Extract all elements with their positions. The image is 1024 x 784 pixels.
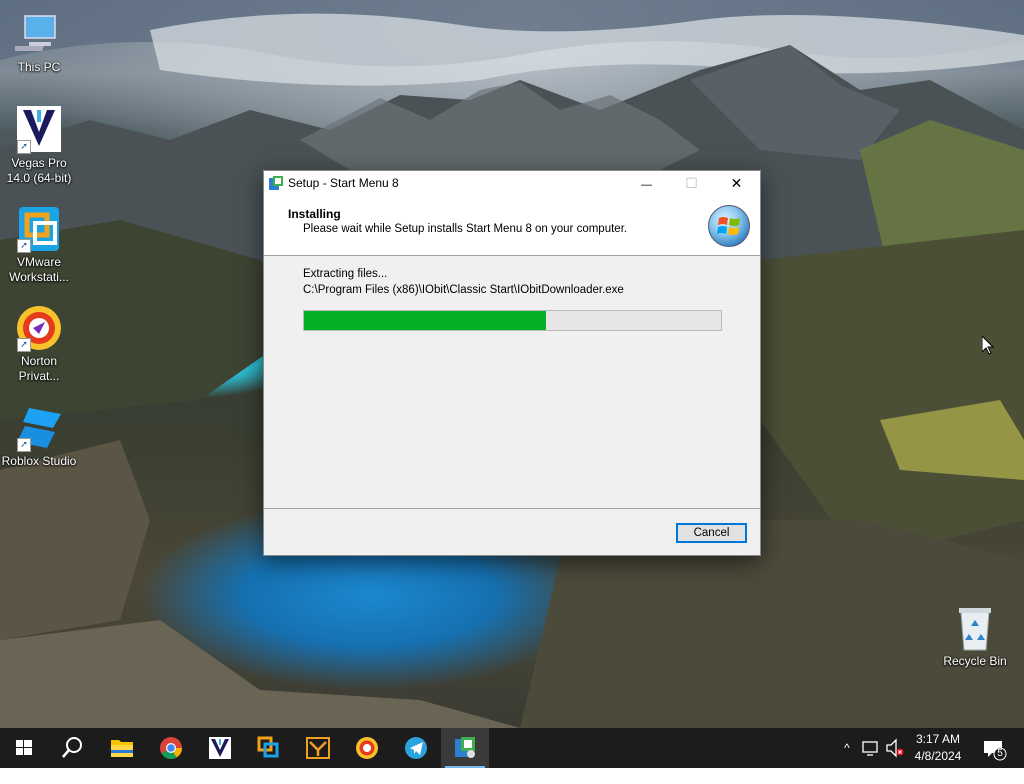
vmware-icon [257,736,279,758]
taskbar-vegas-pro[interactable] [196,728,244,768]
norton-icon [356,737,378,759]
install-progress-bar [303,310,722,331]
shortcut-arrow-icon: ➚ [17,239,31,253]
vegas-pro-icon: ➚ [15,106,63,154]
volume-button[interactable] [884,728,906,768]
shortcut-arrow-icon: ➚ [17,140,31,154]
desktop-icon-roblox-studio[interactable]: ➚ Roblox Studio [1,404,77,469]
setup-app-icon [268,175,284,191]
taskbar: ^ 3:17 AM 4/8/2024 5 [0,728,1024,768]
footer-divider [264,508,760,509]
taskbar-norton[interactable] [343,728,391,768]
shortcut-arrow-icon: ➚ [17,338,31,352]
windows-logo-icon [708,205,750,247]
status-path: C:\Program Files (x86)\IObit\Classic Sta… [303,284,624,296]
mouse-cursor-icon [982,336,994,355]
maximize-button[interactable]: ☐ [669,171,714,195]
start-icon [16,740,32,755]
recycle-bin-icon [951,604,999,652]
minimize-icon: — [641,179,652,191]
desktop-icon-vegas-pro[interactable]: ➚ Vegas Pro 14.0 (64-bit) [1,106,77,186]
clock-date: 4/8/2024 [914,749,962,763]
setup-dialog: Setup - Start Menu 8 — ☐ ✕ Installing Pl… [263,170,761,556]
search-button[interactable] [48,728,96,768]
chrome-icon [160,737,182,759]
start-button[interactable] [0,728,48,768]
clock-time: 3:17 AM [915,732,961,746]
desktop-icon-norton[interactable]: ➚ Norton Privat... [1,304,77,384]
desktop-icon-label: VMware Workstati... [9,255,69,284]
computer-icon [8,10,63,58]
progress-fill [304,311,546,330]
dialog-header: Installing Please wait while Setup insta… [264,195,760,256]
desktop-icon-label: Norton Privat... [18,354,60,383]
action-center-button[interactable]: 5 [978,728,1016,768]
volume-muted-icon [886,738,904,758]
minimize-button[interactable]: — [624,171,669,195]
chevron-up-icon: ^ [844,741,850,755]
desktop-icon-label: This PC [17,60,61,74]
dialog-title: Setup - Start Menu 8 [288,176,399,190]
desktop-icon-label: Vegas Pro 14.0 (64-bit) [6,156,72,185]
app-icon [306,737,330,759]
setup-icon [455,737,475,758]
header-subtitle: Please wait while Setup installs Start M… [303,223,628,235]
taskbar-app[interactable] [294,728,342,768]
taskbar-setup[interactable] [441,728,489,768]
desktop-icon-vmware[interactable]: ➚ VMware Workstati... [1,205,77,285]
file-explorer-icon [111,740,133,757]
desktop-icon-this-pc[interactable]: This PC [1,10,77,75]
header-title: Installing [288,207,341,221]
close-icon: ✕ [730,175,743,191]
shortcut-arrow-icon: ➚ [17,438,31,452]
taskbar-file-explorer[interactable] [98,728,146,768]
taskbar-chrome[interactable] [147,728,195,768]
show-hidden-icons-button[interactable]: ^ [838,728,856,768]
maximize-icon: ☐ [685,175,698,191]
network-icon [862,741,878,756]
status-label: Extracting files... [303,268,388,280]
vegas-pro-icon [209,737,231,759]
cancel-button[interactable]: Cancel [676,523,747,543]
notification-count: 5 [997,748,1003,759]
network-button[interactable] [860,728,882,768]
desktop-icon-label: Roblox Studio [1,454,77,468]
vmware-icon: ➚ [15,205,63,253]
clock[interactable]: 3:17 AM 4/8/2024 [908,731,968,765]
roblox-studio-icon: ➚ [15,404,63,452]
desktop-icon-label: Recycle Bin [943,654,1007,668]
telegram-icon [405,737,427,759]
desktop-icon-recycle-bin[interactable]: Recycle Bin [937,604,1013,669]
taskbar-telegram[interactable] [392,728,440,768]
norton-icon: ➚ [15,304,63,352]
search-icon [62,737,82,758]
taskbar-vmware[interactable] [245,728,293,768]
dialog-titlebar[interactable]: Setup - Start Menu 8 — ☐ ✕ [264,171,760,195]
desktop-wallpaper: This PC ➚ Vegas Pro 14.0 (64-bit) ➚ VMwa… [0,0,1024,728]
close-button[interactable]: ✕ [714,171,759,195]
